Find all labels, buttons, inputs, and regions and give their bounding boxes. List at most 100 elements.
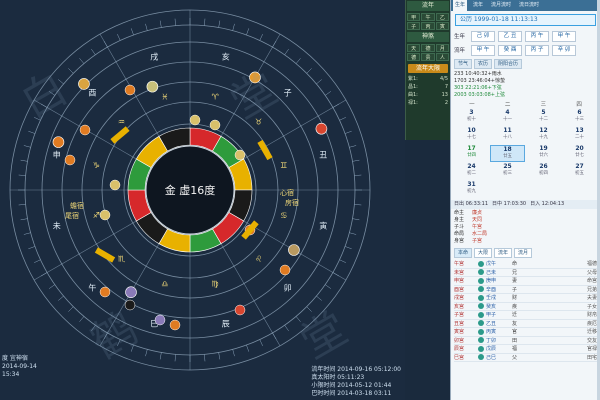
calendar-day[interactable]: 20 廿七: [562, 145, 597, 162]
stem-branch-grid: 甲 午 乙 子 丙 寅: [406, 12, 450, 31]
pillar-cell[interactable]: 甲 午: [471, 44, 495, 56]
grid-cell[interactable]: 德: [407, 53, 421, 61]
palace-row[interactable]: 午宫 戊午 命 福德: [454, 260, 597, 269]
palace-stem: 辛酉: [486, 286, 497, 293]
calendar-day[interactable]: 4 十一: [490, 109, 525, 126]
date-input[interactable]: 公历 1999-01-18 11:13:13: [455, 14, 596, 26]
grid-cell[interactable]: 德: [421, 44, 435, 52]
palace-stem: 丙寅: [486, 329, 497, 336]
row-key: 禄1:: [408, 100, 418, 106]
lunar-day: 初十: [467, 117, 476, 122]
palace-role: 官: [512, 329, 518, 336]
info-row: 流年时间 2014-09-16 05:12:00: [311, 366, 401, 374]
palace-row[interactable]: 寅宫 丙寅 官 迁移: [454, 328, 597, 337]
calendar-day[interactable]: 25 初三: [490, 163, 525, 180]
calendar-day[interactable]: 10 十七: [454, 127, 489, 144]
palace-dot-icon: [478, 320, 484, 327]
mid-row: 曲1: 13: [406, 91, 450, 99]
palace-row[interactable]: 酉宫 辛酉 子 兄弟: [454, 286, 597, 294]
palace-name: 申宫: [454, 278, 465, 285]
sunset-time: 日入 12:04:13: [530, 201, 565, 207]
pillar-cell[interactable]: 己 卯: [471, 30, 495, 42]
palace-name: 卯宫: [454, 337, 465, 344]
zodiac-sign: ♐: [93, 211, 100, 220]
degree-tick: [40, 103, 48, 108]
planet-marker-icon: [234, 149, 246, 161]
palace-row[interactable]: 辰宫 戊辰 福 官禄: [454, 345, 597, 354]
calendar-day[interactable]: 6 十三: [562, 109, 597, 126]
palace-row[interactable]: 子宫 甲子 迁 财帛: [454, 311, 597, 320]
palace-house: 田宅: [586, 354, 597, 361]
calendar-day[interactable]: 3 初十: [454, 109, 489, 126]
degree-tick: [316, 79, 322, 85]
pillar-cell[interactable]: 癸 酉: [498, 44, 522, 56]
zodiac-sign: ♉: [255, 117, 262, 126]
grid-cell[interactable]: 午: [421, 13, 435, 21]
calendar-day[interactable]: 17 廿四: [454, 145, 489, 162]
grid-cell[interactable]: 人: [435, 53, 449, 61]
grid-cell[interactable]: 月: [435, 44, 449, 52]
calendar-day[interactable]: 13 二十: [562, 127, 597, 144]
branch-label: 寅: [319, 221, 327, 231]
flow-year-button[interactable]: 流年大限: [408, 64, 448, 73]
grid-cell[interactable]: 甲: [407, 13, 421, 21]
tab-birth-year[interactable]: 生年: [453, 0, 468, 11]
right-side-panel: 生年 流年 流月流时 流日流时 公历 1999-01-18 11:13:13 生…: [450, 0, 600, 400]
calendar-day[interactable]: 11 十八: [490, 127, 525, 144]
mid-row: 禄1: 2: [406, 99, 450, 107]
pillar-cell[interactable]: 辛 卯: [552, 44, 576, 56]
pillar-cell[interactable]: 乙 丑: [498, 30, 522, 42]
grid-cell[interactable]: 贵: [421, 53, 435, 61]
degree-tick: [284, 325, 289, 332]
grid-cell[interactable]: 天: [407, 44, 421, 52]
degree-tick: [344, 246, 352, 250]
palace-row[interactable]: 亥宫 癸亥 疾 子女: [454, 303, 597, 311]
mini-tab-combined[interactable]: 阴阳合历: [494, 59, 523, 69]
calendar-day[interactable]: 19 廿六: [526, 145, 561, 162]
astro-chart-area[interactable]: 亥子丑寅卯辰巳午未申酉戌 ♈ ♉ ♊ ♋ ♌ ♍ ♎ ♏ ♐ ♑ ♒ ♓ 金 虚16度 蟾宿 尾宿 心宿 房宿 白…: [0, 0, 405, 400]
pillar-cell[interactable]: 甲 午: [552, 30, 576, 42]
seg-tab-decade[interactable]: 大限: [474, 248, 493, 258]
calendar-day[interactable]: 24 初二: [454, 163, 489, 180]
pillar-cell[interactable]: 丙 午: [525, 30, 549, 42]
palace-row[interactable]: 丑宫 乙丑 友 疾厄: [454, 320, 597, 328]
seg-tab-year[interactable]: 流年: [494, 248, 513, 258]
calendar-day[interactable]: 18 廿五: [490, 145, 525, 162]
palace-row[interactable]: 申宫 庚申 妻 命宫: [454, 277, 597, 286]
grid-cell[interactable]: 丙: [421, 22, 435, 30]
seg-tab-month[interactable]: 流月: [514, 248, 533, 258]
pillar-row-birth: 生年 己 卯 乙 丑 丙 午 甲 午: [451, 29, 600, 43]
palace-row[interactable]: 戌宫 壬戌 财 夫妻: [454, 294, 597, 303]
calendar-day[interactable]: 5 十二: [526, 109, 561, 126]
pillar-cell[interactable]: 丙 子: [525, 44, 549, 56]
calendar-day[interactable]: 27 初五: [562, 163, 597, 180]
seg-tab-natal[interactable]: 本命: [454, 248, 473, 258]
mini-tab-solar-terms[interactable]: 节气: [454, 59, 473, 69]
tab-flow-day[interactable]: 流日流时: [517, 0, 541, 11]
degree-tick: [23, 145, 31, 148]
tab-flow-year[interactable]: 流年: [471, 0, 485, 11]
calendar-day[interactable]: 26 初四: [526, 163, 561, 180]
palace-row[interactable]: 未宫 己未 兄 父母: [454, 269, 597, 277]
mini-tab-lunar[interactable]: 农历: [474, 59, 493, 69]
palace-role: 子: [512, 286, 518, 293]
info-label: 真太阳时: [311, 374, 336, 381]
degree-tick: [295, 316, 301, 322]
degree-tick: [34, 259, 41, 263]
mini-tabs: 节气 农历 阴阳合历: [451, 57, 600, 71]
panel-heading: 神煞: [407, 32, 449, 42]
palace-row[interactable]: 巳宫 己巳 父 田宅: [454, 354, 597, 362]
tab-flow-month[interactable]: 流月流时: [489, 0, 513, 11]
palace-row[interactable]: 卯宫 丁卯 田 交友: [454, 337, 597, 345]
calendar-day[interactable]: 31 初九: [454, 181, 489, 198]
grid-cell[interactable]: 寅: [435, 22, 449, 30]
calendar-day[interactable]: 12 十九: [526, 127, 561, 144]
grid-cell[interactable]: 子: [407, 22, 421, 30]
astro-wheel-svg[interactable]: 亥子丑寅卯辰巳午未申酉戌♈♉♊♋♌♍♎♏♐♑♒♓金 虚16度蟾宿尾宿心宿房宿: [0, 0, 405, 400]
term-line: 303 22:21:06+下弦: [454, 85, 502, 91]
degree-tick: [68, 306, 74, 312]
grid-cell[interactable]: 乙: [435, 13, 449, 21]
zodiac-sign: ♈: [212, 92, 219, 101]
mercury-icon: [146, 80, 159, 93]
planet-marker-icon: [99, 286, 111, 298]
